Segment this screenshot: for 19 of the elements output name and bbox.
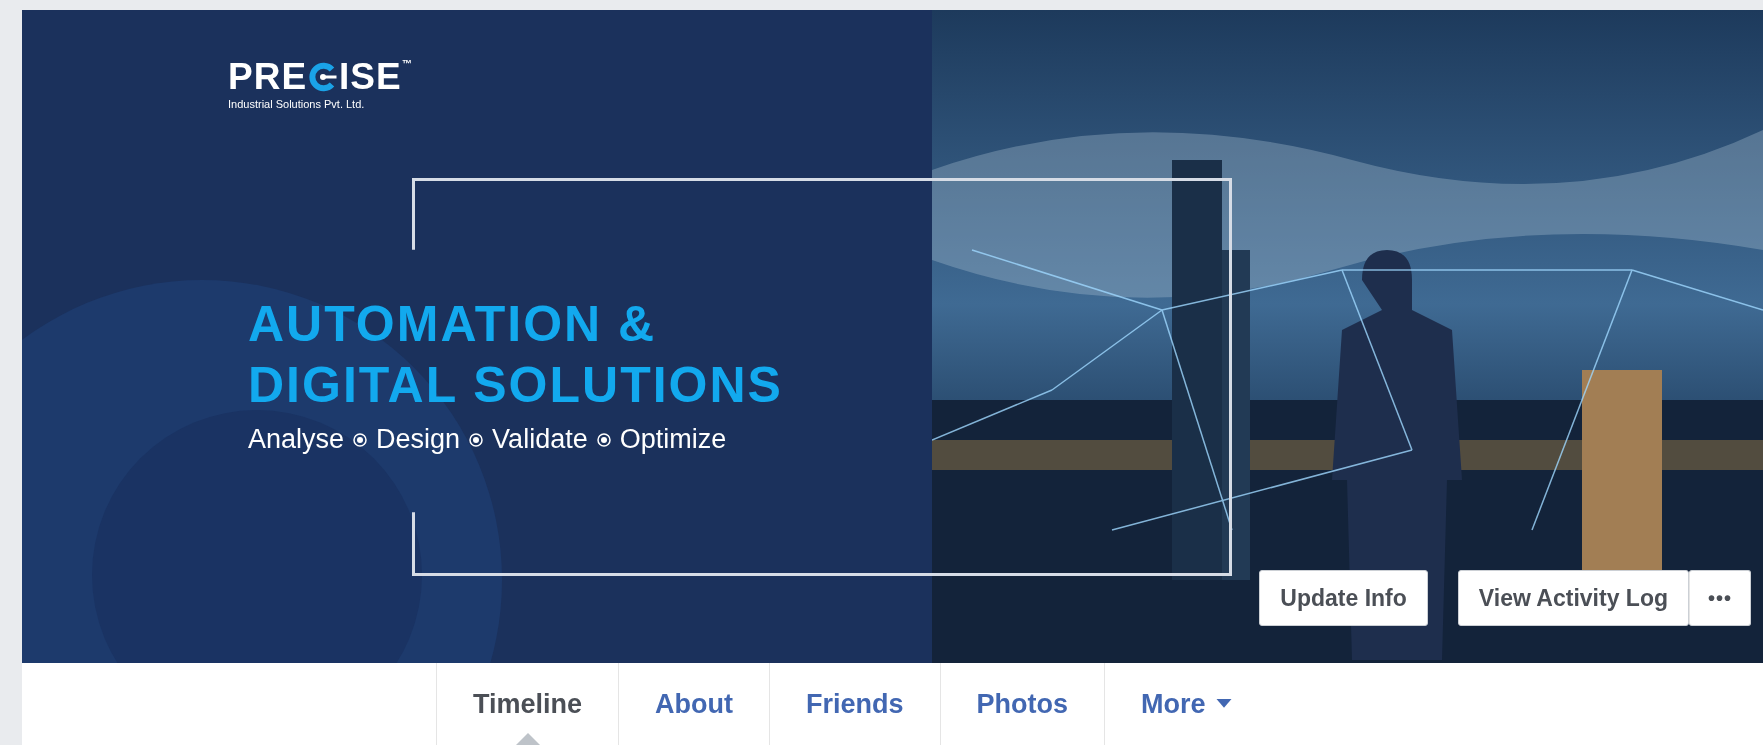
logo-text: PRE (228, 58, 308, 95)
step-label: Optimize (619, 424, 727, 455)
logo-text: ISE (339, 58, 402, 95)
logo-tagline: Industrial Solutions Pvt. Ltd. (228, 98, 366, 110)
pointer-icon (515, 733, 540, 745)
activity-log-button[interactable]: View Activity Log (1457, 570, 1689, 626)
headline: DIGITAL SOLUTIONS (248, 356, 783, 415)
step-label: Analyse (248, 424, 345, 455)
bullet-icon (596, 432, 611, 447)
bullet-icon (469, 432, 484, 447)
step-label: Design (376, 424, 461, 455)
headline: AUTOMATION & (248, 295, 658, 354)
update-info-button[interactable]: Update Info (1259, 570, 1428, 626)
target-icon (308, 61, 339, 92)
more-button[interactable]: ••• (1689, 570, 1751, 626)
trademark: ™ (401, 58, 412, 69)
step-label: Validate (492, 424, 588, 455)
caret-icon (1215, 699, 1232, 709)
bullet-icon (353, 432, 368, 447)
